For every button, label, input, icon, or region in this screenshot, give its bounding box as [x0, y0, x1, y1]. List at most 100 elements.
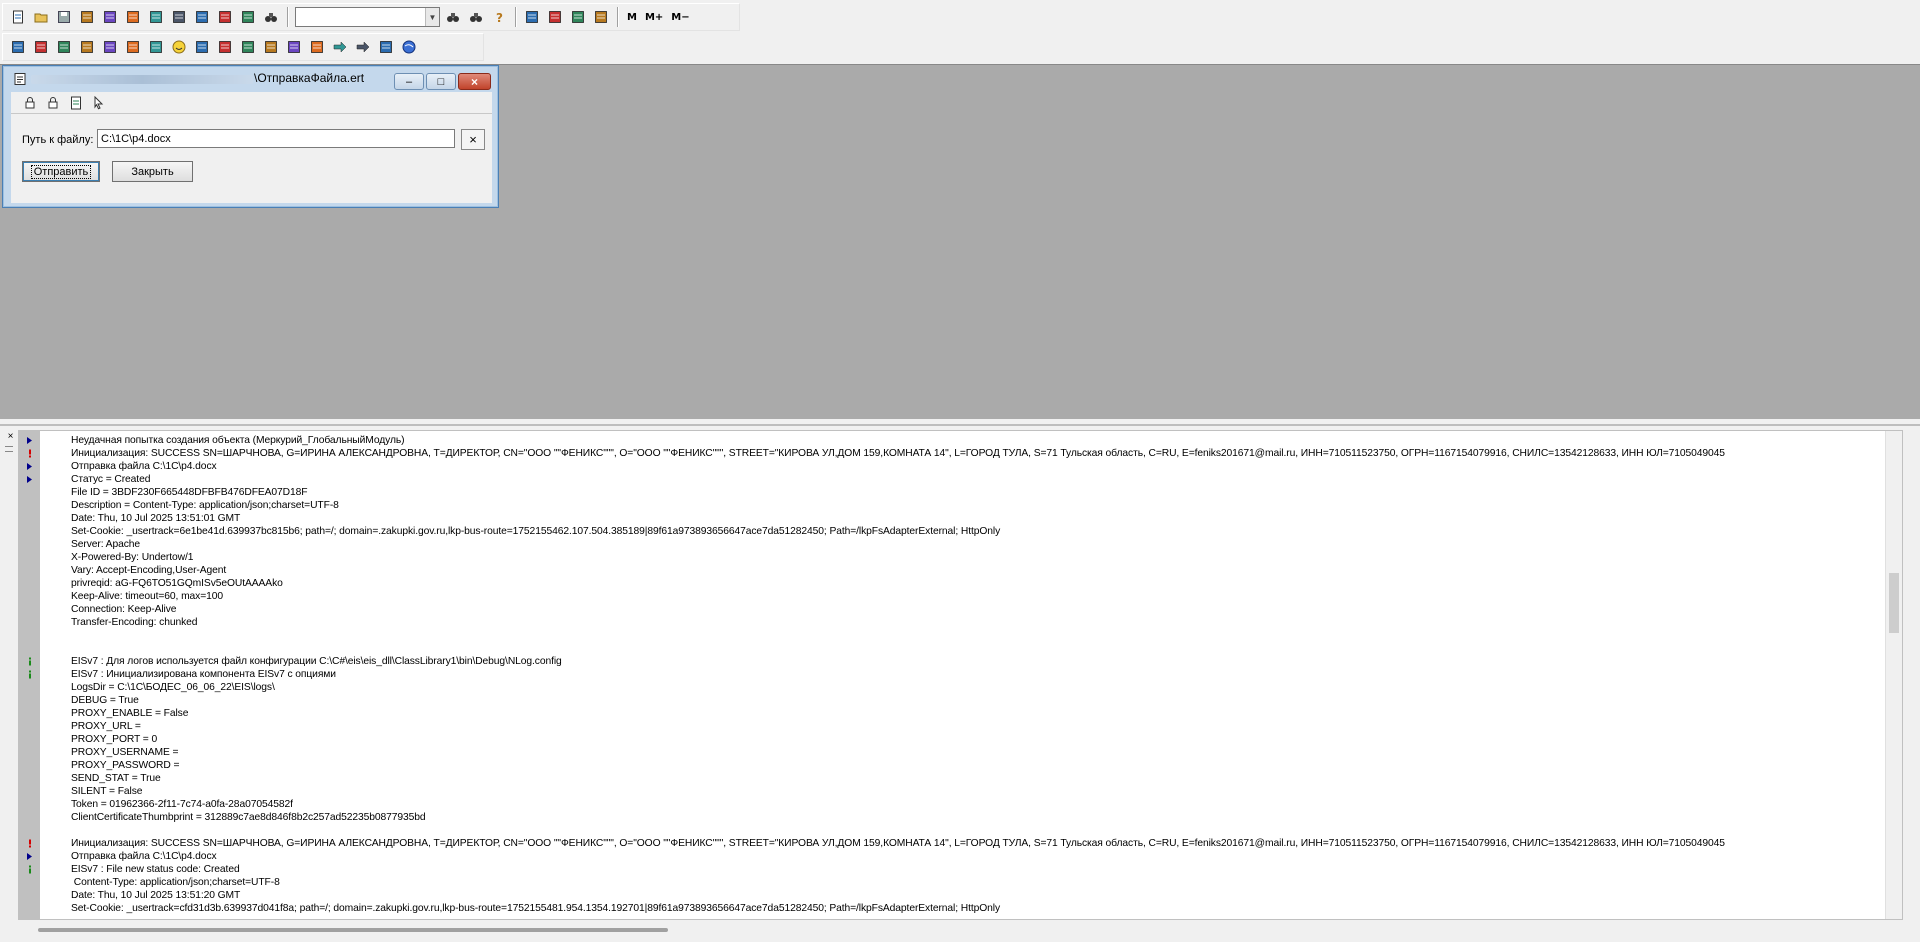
- form-icon: [150, 41, 162, 53]
- message-line[interactable]: Отправка файла C:\1C\p4.docx: [19, 460, 1885, 473]
- save-button[interactable]: [53, 6, 75, 28]
- chat-button[interactable]: [567, 6, 589, 28]
- find-replace-button[interactable]: [442, 6, 464, 28]
- message-line[interactable]: Content-Type: application/json;charset=U…: [19, 876, 1885, 889]
- memory-plus-button[interactable]: M+: [641, 12, 667, 23]
- table-button[interactable]: [521, 6, 543, 28]
- message-line[interactable]: PROXY_PORT = 0: [19, 733, 1885, 746]
- message-line[interactable]: Vary: Accept-Encoding,User-Agent: [19, 564, 1885, 577]
- form-button[interactable]: [145, 36, 167, 58]
- message-line[interactable]: EISv7 : File new status code: Created: [19, 863, 1885, 876]
- run-button[interactable]: [7, 36, 29, 58]
- redo-button[interactable]: [237, 6, 259, 28]
- message-line[interactable]: [19, 629, 1885, 642]
- pointer-button[interactable]: [88, 94, 110, 112]
- message-line[interactable]: Transfer-Encoding: chunked: [19, 616, 1885, 629]
- print-preview-button[interactable]: [168, 6, 190, 28]
- message-line[interactable]: PROXY_ENABLE = False: [19, 707, 1885, 720]
- message-line[interactable]: Server: Apache: [19, 538, 1885, 551]
- help-button[interactable]: ?: [488, 6, 510, 28]
- message-line[interactable]: [19, 824, 1885, 837]
- message-line[interactable]: Keep-Alive: timeout=60, max=100: [19, 590, 1885, 603]
- message-line[interactable]: ClientCertificateThumbprint = 312889c7ae…: [19, 811, 1885, 824]
- search-combo[interactable]: ▼: [295, 7, 440, 27]
- scroll-thumb[interactable]: [1889, 573, 1899, 633]
- message-line[interactable]: PROXY_PASSWORD =: [19, 759, 1885, 772]
- message-line[interactable]: Date: Thu, 10 Jul 2025 13:51:01 GMT: [19, 512, 1885, 525]
- message-line[interactable]: Set-Cookie: _usertrack=cfd31d3b.639937d0…: [19, 902, 1885, 915]
- mark-button[interactable]: [53, 36, 75, 58]
- layout-button[interactable]: [283, 36, 305, 58]
- message-line[interactable]: SILENT = False: [19, 785, 1885, 798]
- new-doc-icon: [13, 10, 23, 24]
- arrow-right-button[interactable]: [329, 36, 351, 58]
- close-button[interactable]: Закрыть: [112, 161, 193, 182]
- send-button[interactable]: Отправить: [22, 161, 100, 182]
- message-line[interactable]: Date: Thu, 10 Jul 2025 13:51:20 GMT: [19, 889, 1885, 902]
- copy-button[interactable]: [99, 6, 121, 28]
- colors-button[interactable]: [214, 36, 236, 58]
- message-line[interactable]: File ID = 3BDF230F665448DFBFB476DFEA07D1…: [19, 486, 1885, 499]
- message-line[interactable]: Статус = Created: [19, 473, 1885, 486]
- message-line[interactable]: PROXY_URL =: [19, 720, 1885, 733]
- file-path-input[interactable]: [97, 129, 455, 148]
- message-line[interactable]: EISv7 : Для логов используется файл конф…: [19, 655, 1885, 668]
- grid-button[interactable]: [122, 36, 144, 58]
- smile-button[interactable]: [168, 36, 190, 58]
- minimize-button[interactable]: –: [394, 73, 424, 90]
- text-button[interactable]: [260, 36, 282, 58]
- paste-button[interactable]: [122, 6, 144, 28]
- message-line[interactable]: DEBUG = True: [19, 694, 1885, 707]
- memory-button[interactable]: M: [623, 12, 641, 23]
- message-line[interactable]: Token = 01962366-2f11-7c74-a0fa-28a07054…: [19, 798, 1885, 811]
- memory-minus-button[interactable]: M−: [667, 12, 693, 23]
- message-line[interactable]: [19, 642, 1885, 655]
- maximize-button[interactable]: □: [426, 73, 456, 90]
- cut-button[interactable]: [76, 6, 98, 28]
- debug-button[interactable]: [30, 36, 52, 58]
- new-doc-button[interactable]: [7, 6, 29, 28]
- help-doc-button[interactable]: [65, 94, 87, 112]
- config-button[interactable]: [191, 6, 213, 28]
- close-panel-icon[interactable]: ×: [5, 432, 16, 443]
- clear-path-button[interactable]: ×: [461, 129, 485, 150]
- cube-button[interactable]: [99, 36, 121, 58]
- message-line[interactable]: Connection: Keep-Alive: [19, 603, 1885, 616]
- print-button[interactable]: [145, 6, 167, 28]
- message-line[interactable]: Инициализация: SUCCESS SN=ШАРЧНОВА, G=ИР…: [19, 837, 1885, 850]
- chevron-down-icon[interactable]: ▼: [425, 8, 439, 26]
- users-button[interactable]: [375, 36, 397, 58]
- globe-button[interactable]: [398, 36, 420, 58]
- message-line[interactable]: PROXY_USERNAME =: [19, 746, 1885, 759]
- horizontal-scrollbar[interactable]: [18, 922, 1903, 939]
- book-button[interactable]: [590, 6, 612, 28]
- message-line[interactable]: Description = Content-Type: application/…: [19, 499, 1885, 512]
- message-line[interactable]: privreqid: aG-FQ6TO51GQmISv5eOUtAAAAko: [19, 577, 1885, 590]
- message-line[interactable]: Инициализация: SUCCESS SN=ШАРЧНОВА, G=ИР…: [19, 447, 1885, 460]
- hscroll-thumb[interactable]: [38, 928, 668, 932]
- list-button[interactable]: [306, 36, 328, 58]
- undo-button[interactable]: [214, 6, 236, 28]
- calc-button[interactable]: [544, 6, 566, 28]
- arrow-red-button[interactable]: [352, 36, 374, 58]
- find-next-button[interactable]: [465, 6, 487, 28]
- close-window-button[interactable]: ×: [458, 73, 491, 90]
- message-line[interactable]: LogsDir = C:\1C\БОДЕС_06_06_22\EIS\logs\: [19, 681, 1885, 694]
- message-line[interactable]: Set-Cookie: _usertrack=6e1be41d.639937bc…: [19, 525, 1885, 538]
- binoculars-button[interactable]: [260, 6, 282, 28]
- vertical-scrollbar[interactable]: [1885, 431, 1902, 919]
- message-line[interactable]: SEND_STAT = True: [19, 772, 1885, 785]
- coin-button[interactable]: [237, 36, 259, 58]
- message-line[interactable]: X-Powered-By: Undertow/1: [19, 551, 1885, 564]
- lock-button[interactable]: [42, 94, 64, 112]
- message-line[interactable]: Неудачная попытка создания объекта (Мерк…: [19, 434, 1885, 447]
- lock-unlock-button[interactable]: [19, 94, 41, 112]
- message-line[interactable]: Отправка файла C:\1C\p4.docx: [19, 850, 1885, 863]
- messages-list[interactable]: Неудачная попытка создания объекта (Мерк…: [18, 430, 1903, 920]
- message-line[interactable]: EISv7 : Инициализирована компонента EISv…: [19, 668, 1885, 681]
- open-folder-button[interactable]: [30, 6, 52, 28]
- panel-grip[interactable]: [5, 446, 13, 452]
- palette-button[interactable]: [191, 36, 213, 58]
- unmark-button[interactable]: [76, 36, 98, 58]
- window-title-bar[interactable]: \ОтправкаФайла.ert – □ ×: [3, 66, 498, 90]
